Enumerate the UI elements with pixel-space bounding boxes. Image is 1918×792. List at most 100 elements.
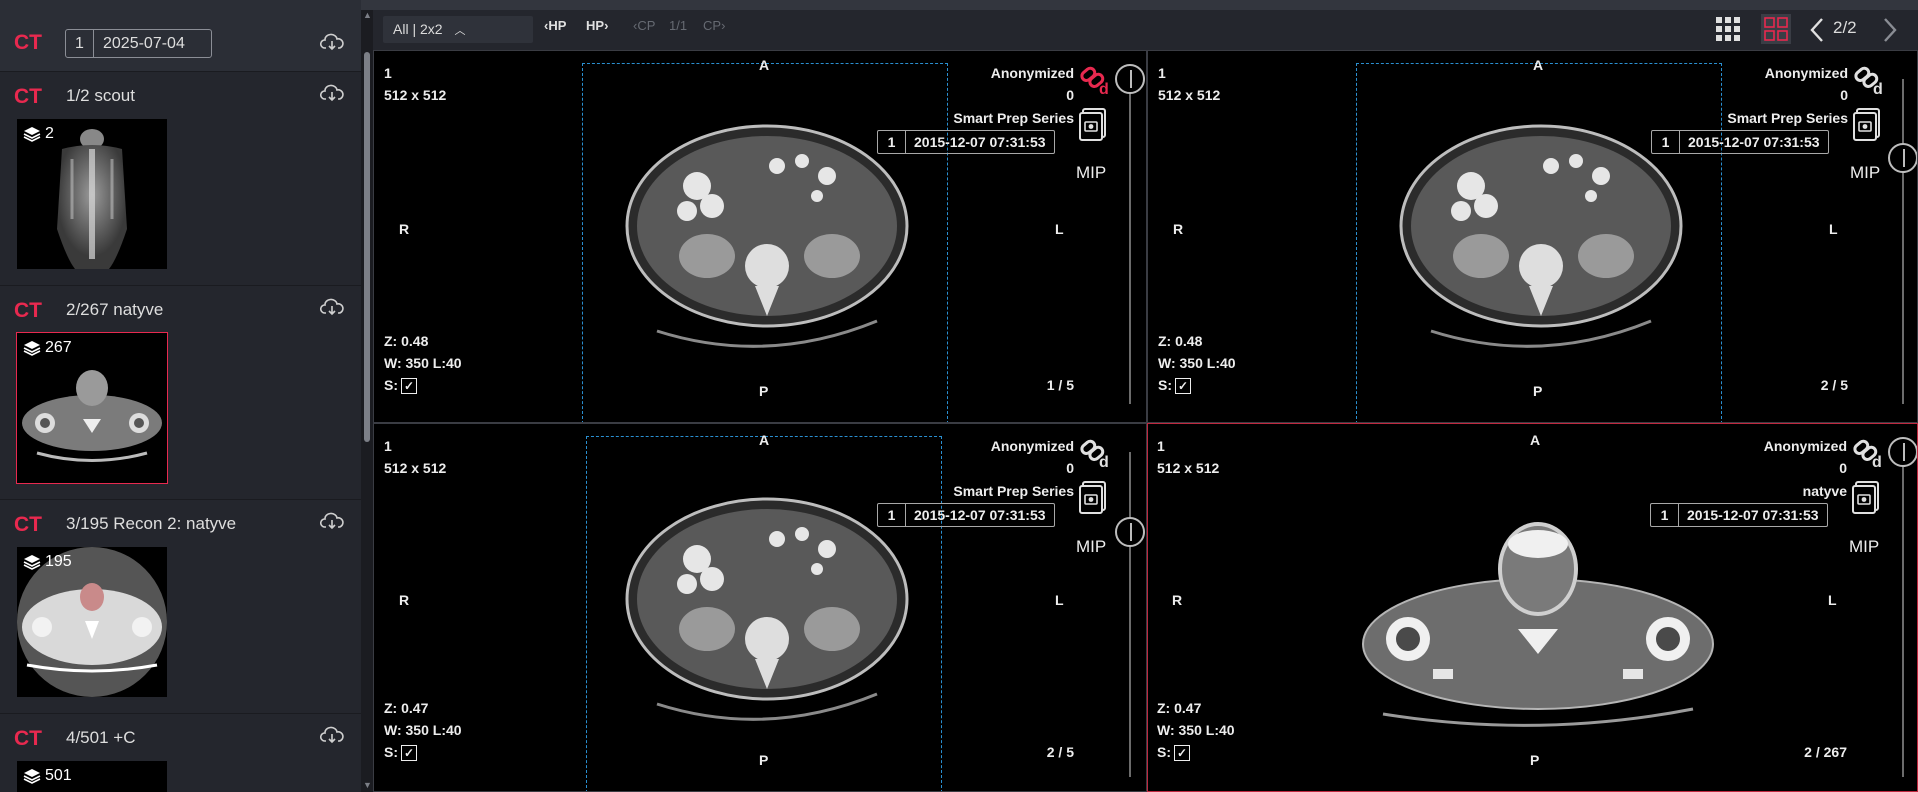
series-thumbnail[interactable]: 195 <box>17 547 167 697</box>
orientation-right: L <box>1828 592 1837 608</box>
orientation-bottom: P <box>1533 383 1543 399</box>
series-item-4[interactable]: CT 4/501 +C 501 <box>0 714 361 792</box>
series-title: 2/267 natyve <box>66 300 164 319</box>
series-thumbnail[interactable]: 267 <box>16 332 168 484</box>
checkmark-icon[interactable]: ✓ <box>401 378 417 395</box>
scrollbar-thumb[interactable] <box>364 52 370 442</box>
next-comparison-button[interactable]: CP› <box>703 18 725 33</box>
acquisition-box: 1 2015-12-07 07:31:53 <box>877 503 1055 527</box>
layout-icon[interactable] <box>1760 13 1792 45</box>
download-icon[interactable] <box>320 512 344 532</box>
sync-checkbox[interactable]: S: ✓ <box>1157 744 1190 762</box>
image-count: 501 <box>23 767 72 785</box>
prev-hanging-protocol-button[interactable]: ‹HP <box>544 18 566 33</box>
download-icon[interactable] <box>320 298 344 318</box>
link-icon[interactable]: d <box>1079 437 1111 469</box>
hp-next-label: HP <box>586 18 605 33</box>
sync-checkbox[interactable]: S: ✓ <box>384 744 417 762</box>
next-hanging-protocol-button[interactable]: HP› <box>586 18 608 33</box>
viewport-1[interactable]: A P R L 1 512 x 512 Anonymized 0 Smart P… <box>373 50 1147 423</box>
series-number: 1 <box>384 65 392 81</box>
snapshot-icon[interactable] <box>1851 480 1881 514</box>
study-number: 1 <box>66 30 94 57</box>
acquisition-datetime: 2015-12-07 07:31:53 <box>1688 134 1820 150</box>
axial-ct-image <box>625 124 909 348</box>
viewport-4[interactable]: A P R L 1 512 x 512 Anonymized 0 natyve … <box>1147 423 1918 792</box>
download-icon[interactable] <box>320 33 344 53</box>
slice-scroll-knob[interactable] <box>1115 64 1145 94</box>
layers-icon <box>23 769 41 784</box>
sync-label: S: <box>384 744 398 760</box>
checkmark-icon[interactable]: ✓ <box>401 745 417 762</box>
series-description: natyve <box>1802 483 1847 499</box>
slice-scroll-knob[interactable] <box>1115 517 1145 547</box>
chevron-left-icon[interactable] <box>1809 17 1825 43</box>
series-modality: CT <box>14 727 42 750</box>
slice-scroll-knob[interactable] <box>1888 143 1917 173</box>
slice-scrollbar[interactable] <box>1902 79 1904 404</box>
chevron-right-icon[interactable] <box>1882 17 1898 43</box>
series-thumbnail[interactable]: 2 <box>17 119 167 269</box>
orientation-left: R <box>1173 221 1184 237</box>
svg-text:d: d <box>1873 81 1883 96</box>
axial-ct-image <box>625 497 909 721</box>
series-number: 1 <box>1157 438 1165 454</box>
anonymized-label: Anonymized <box>990 65 1074 81</box>
prev-comparison-button[interactable]: ‹CP <box>633 18 655 33</box>
mip-toggle[interactable]: MIP <box>1850 163 1880 183</box>
mip-toggle[interactable]: MIP <box>1849 537 1879 557</box>
scroll-up-arrow[interactable]: ▲ <box>363 10 372 20</box>
download-icon[interactable] <box>320 726 344 746</box>
study-info-box[interactable]: 1 2025-07-04 <box>65 29 212 58</box>
acquisition-index: 1 <box>878 504 906 526</box>
viewport-2[interactable]: A P R L 1 512 x 512 Anonymized 0 Smart P… <box>1147 50 1918 423</box>
window-level: W: 350 L:40 <box>384 355 462 371</box>
viewport-3[interactable]: A P R L 1 512 x 512 Anonymized 0 Smart P… <box>373 423 1147 792</box>
checkmark-icon[interactable]: ✓ <box>1174 745 1190 762</box>
sidebar-scrollbar[interactable]: ▲ ▼ <box>361 10 373 792</box>
series-item-1[interactable]: CT 1/2 scout 2 <box>0 72 361 286</box>
window-level: W: 350 L:40 <box>1158 355 1236 371</box>
svg-text:d: d <box>1099 81 1109 96</box>
svg-text:d: d <box>1099 454 1109 469</box>
snapshot-icon[interactable] <box>1078 480 1108 514</box>
layout-selector[interactable]: All | 2x2 ︿ <box>383 16 533 43</box>
slice-scrollbar[interactable] <box>1129 79 1131 404</box>
acquisition-box: 1 2015-12-07 07:31:53 <box>1650 503 1828 527</box>
study-modality: CT <box>14 31 42 54</box>
series-item-3[interactable]: CT 3/195 Recon 2: natyve 195 <box>0 500 361 714</box>
orientation-top: A <box>759 432 770 448</box>
sync-checkbox[interactable]: S: ✓ <box>1158 377 1191 395</box>
image-count: 2 <box>23 125 54 143</box>
scroll-down-arrow[interactable]: ▼ <box>363 780 372 790</box>
sync-checkbox[interactable]: S: ✓ <box>384 377 417 395</box>
series-thumbnail[interactable]: 501 <box>17 761 167 792</box>
series-title: 3/195 Recon 2: natyve <box>66 514 237 533</box>
acquisition-box: 1 2015-12-07 07:31:53 <box>877 130 1055 154</box>
orientation-left: R <box>399 221 410 237</box>
image-count: 195 <box>23 553 72 571</box>
anonymized-label: Anonymized <box>1764 65 1848 81</box>
mip-toggle[interactable]: MIP <box>1076 537 1106 557</box>
slice-scrollbar[interactable] <box>1129 452 1131 777</box>
checkmark-icon[interactable]: ✓ <box>1175 378 1191 395</box>
snapshot-icon[interactable] <box>1078 107 1108 141</box>
series-description: Smart Prep Series <box>953 110 1074 126</box>
frame-counter: 2 / 267 <box>1804 744 1847 760</box>
mip-toggle[interactable]: MIP <box>1076 163 1106 183</box>
axial-neck-image <box>1362 522 1714 727</box>
link-icon[interactable]: d <box>1853 64 1885 96</box>
grid-icon[interactable] <box>1715 16 1741 42</box>
series-number: 1 <box>384 438 392 454</box>
link-icon[interactable]: d <box>1079 64 1111 96</box>
acquisition-index: 1 <box>878 131 906 153</box>
download-icon[interactable] <box>320 84 344 104</box>
series-title: 1/2 scout <box>66 86 135 105</box>
series-item-2[interactable]: CT 2/267 natyve 267 <box>0 286 361 500</box>
snapshot-icon[interactable] <box>1852 107 1882 141</box>
slice-scrollbar[interactable] <box>1902 452 1904 777</box>
link-icon[interactable]: d <box>1852 437 1884 469</box>
study-header[interactable]: CT 1 2025-07-04 <box>0 0 361 72</box>
slice-scroll-knob[interactable] <box>1888 437 1917 467</box>
window-level: W: 350 L:40 <box>384 722 462 738</box>
